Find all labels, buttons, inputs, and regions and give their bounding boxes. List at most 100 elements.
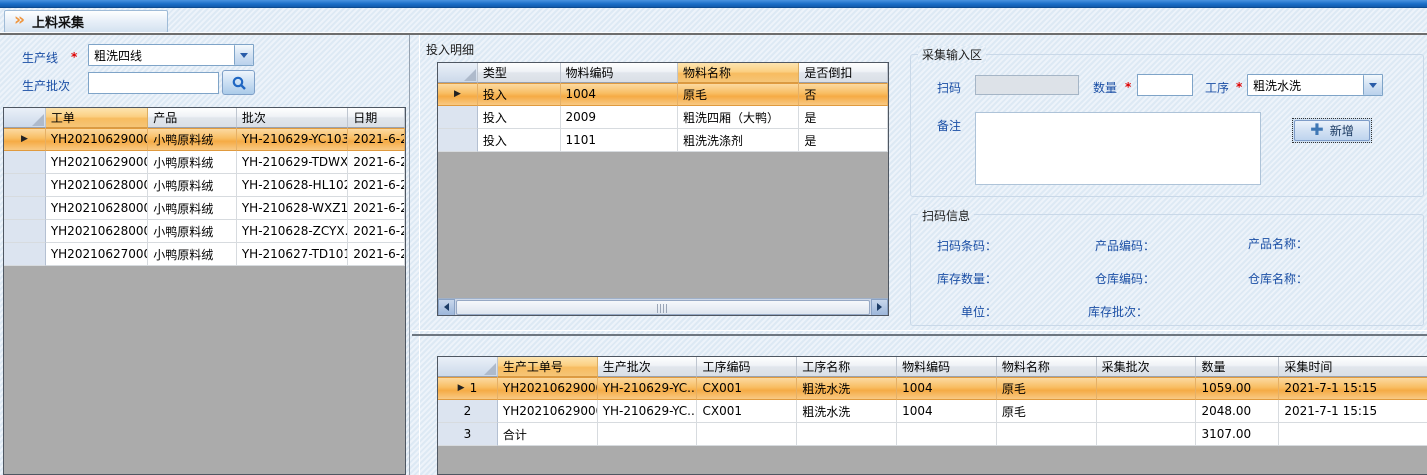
table-row[interactable]: YH202106270008 小鸭原料绒 YH-210627-TD1018 20… [4,243,405,266]
row-selector[interactable]: 2 [438,400,498,423]
cell[interactable]: 2021-6-28 [348,197,405,220]
dropdown-button[interactable] [234,45,253,65]
column-header[interactable]: 物料名称 [997,357,1097,377]
cell[interactable]: 投入 [478,106,561,129]
cell[interactable]: CX001 [697,377,797,400]
column-header[interactable]: 工序编码 [697,357,797,377]
cell[interactable]: 1004 [561,83,678,106]
cell[interactable]: 3107.00 [1196,423,1279,446]
cell[interactable]: 是 [799,129,888,152]
column-header[interactable]: 采集批次 [1097,357,1197,377]
process-select[interactable]: 粗洗水洗 [1247,74,1383,96]
column-header[interactable]: 采集时间 [1279,357,1427,377]
column-header[interactable]: 物料名称 [678,63,799,83]
cell[interactable]: YH202106270008 [46,243,148,266]
cell[interactable]: 2021-6-28 [348,174,405,197]
cell[interactable]: 原毛 [997,377,1097,400]
cell[interactable]: 1059.00 [1196,377,1279,400]
table-row[interactable]: 投入 2009 粗洗四厢（大鸭） 是 [438,106,888,129]
cell[interactable]: 2021-7-1 15:15 [1279,377,1427,400]
cell[interactable]: 1101 [561,129,678,152]
table-row[interactable]: YH202106280007 小鸭原料绒 YH-210628-WXZ1027 2… [4,197,405,220]
cell[interactable]: 粗洗四厢（大鸭） [678,106,799,129]
scrollbar-thumb[interactable] [456,300,870,315]
cell[interactable] [897,423,997,446]
cell[interactable]: 小鸭原料绒 [148,174,237,197]
cell[interactable]: YH-210629-TDWX... [237,151,348,174]
column-header[interactable]: 数量 [1196,357,1279,377]
cell[interactable]: YH-210629-YC... [598,400,698,423]
cell[interactable]: 原毛 [678,83,799,106]
quantity-input[interactable] [1137,74,1193,96]
cell[interactable]: 原毛 [997,400,1097,423]
add-button[interactable]: ✚ 新增 [1294,120,1370,141]
cell[interactable]: YH-210628-HL1029 [237,174,348,197]
cell[interactable]: YH202106280007 [46,197,148,220]
table-row[interactable]: ▶ 投入 1004 原毛 否 [438,83,888,106]
cell[interactable]: 小鸭原料绒 [148,128,237,151]
cell[interactable]: 2021-6-28 [348,220,405,243]
row-selector[interactable] [4,243,46,266]
row-selector[interactable] [438,129,478,152]
cell[interactable]: YH202106280009 [46,174,148,197]
cell[interactable]: 2009 [561,106,678,129]
column-header[interactable]: 物料编码 [897,357,997,377]
cell[interactable]: 否 [799,83,888,106]
table-row[interactable]: YH202106280009 小鸭原料绒 YH-210628-HL1029 20… [4,174,405,197]
select-all-corner[interactable] [4,108,46,128]
cell[interactable] [1097,423,1197,446]
cell[interactable]: 2048.00 [1196,400,1279,423]
row-selector[interactable] [4,197,46,220]
cell[interactable] [797,423,897,446]
production-line-select[interactable]: 粗洗四线 [88,44,254,66]
table-row[interactable]: 2 YH202106290009 YH-210629-YC... CX001 粗… [438,400,1427,423]
cell[interactable]: YH-210627-TD1018 [237,243,348,266]
column-header[interactable]: 批次 [237,108,348,128]
row-selector[interactable]: ▶1 [438,377,498,400]
cell[interactable]: 粗洗洗涤剂 [678,129,799,152]
scan-input[interactable] [975,75,1079,95]
vertical-splitter[interactable] [409,35,420,475]
cell[interactable] [598,423,698,446]
table-row[interactable]: ▶ YH202106290009 小鸭原料绒 YH-210629-YC1038 … [4,128,405,151]
cell[interactable]: 2021-7-1 15:15 [1279,400,1427,423]
tab-material-loading[interactable]: » 上料采集 [4,10,168,33]
cell[interactable]: YH-210628-WXZ1027 [237,197,348,220]
cell[interactable]: YH202106280006 [46,220,148,243]
cell[interactable]: YH202106290009 [46,128,148,151]
cell[interactable]: 粗洗水洗 [797,400,897,423]
horizontal-splitter[interactable] [412,330,1427,336]
row-selector[interactable]: ▶ [438,83,478,106]
cell[interactable]: 小鸭原料绒 [148,151,237,174]
cell[interactable]: YH-210629-YC1038 [237,128,348,151]
production-batch-input[interactable] [88,72,219,94]
cell[interactable]: YH-210628-ZCYX... [237,220,348,243]
cell[interactable] [997,423,1097,446]
cell[interactable]: YH202106290008 [46,151,148,174]
column-header[interactable]: 是否倒扣 [799,63,888,83]
column-header[interactable]: 物料编码 [561,63,678,83]
row-selector[interactable] [438,106,478,129]
cell[interactable]: 粗洗水洗 [797,377,897,400]
row-selector[interactable]: 3 [438,423,498,446]
table-row[interactable]: ▶1 YH202106290009 YH-210629-YC... CX001 … [438,377,1427,400]
select-all-corner[interactable] [438,357,498,377]
cell[interactable]: 投入 [478,83,561,106]
cell[interactable]: YH-210629-YC... [598,377,698,400]
row-selector[interactable]: ▶ [4,128,46,151]
cell[interactable]: 2021-6-29 [348,151,405,174]
cell[interactable] [1097,400,1197,423]
select-all-corner[interactable] [438,63,478,83]
column-header[interactable]: 工单 [46,108,148,128]
column-header[interactable]: 生产工单号 [498,357,598,377]
column-header[interactable]: 日期 [348,108,405,128]
row-selector[interactable] [4,151,46,174]
note-textarea[interactable] [975,112,1261,185]
scroll-right-button[interactable] [871,299,888,316]
cell[interactable] [1097,377,1197,400]
cell[interactable]: 是 [799,106,888,129]
column-header[interactable]: 生产批次 [598,357,698,377]
cell[interactable] [1279,423,1427,446]
cell[interactable]: 小鸭原料绒 [148,197,237,220]
table-row[interactable]: 投入 1101 粗洗洗涤剂 是 [438,129,888,152]
